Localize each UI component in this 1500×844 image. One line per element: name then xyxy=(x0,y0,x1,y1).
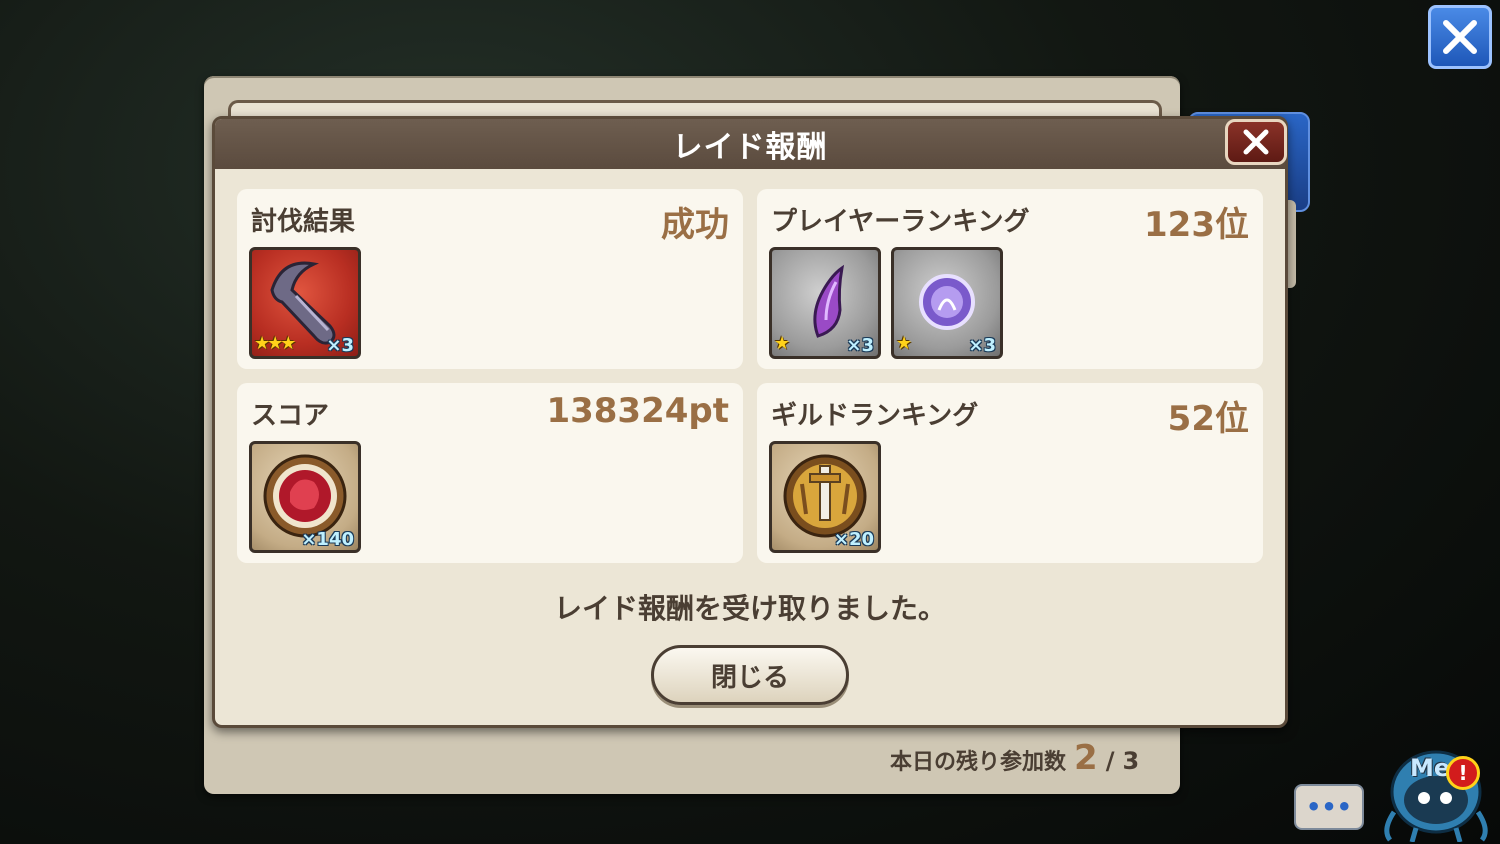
item-quantity: ×3 xyxy=(968,335,996,356)
remaining-max: 3 xyxy=(1122,747,1140,775)
mascot-label: Me xyxy=(1410,754,1451,782)
item-quantity: ×3 xyxy=(846,335,874,356)
guild-ranking-card: ギルドランキング 52位 ×20 xyxy=(757,383,1263,563)
player-ranking-card: プレイヤーランキング 123位 ★ ×3 ★ ×3 xyxy=(757,189,1263,369)
chat-dots-icon: ••• xyxy=(1305,793,1353,821)
card-value: 成功 xyxy=(661,205,729,245)
rarity-stars: ★ xyxy=(774,333,790,354)
close-icon xyxy=(1443,20,1477,54)
rarity-stars: ★ xyxy=(896,333,912,354)
dialog-close-button[interactable] xyxy=(1225,119,1287,165)
card-title: 討伐結果 xyxy=(251,207,356,237)
remaining-label: 本日の残り参加数 xyxy=(890,750,1067,775)
remaining-separator: / xyxy=(1105,747,1115,775)
item-quantity: ×140 xyxy=(301,529,354,550)
remaining-current: 2 xyxy=(1074,738,1098,778)
reward-received-message: レイド報酬を受け取りました。 xyxy=(553,592,946,625)
card-title: プレイヤーランキング xyxy=(771,207,1030,237)
reward-item[interactable]: ★ ×3 xyxy=(891,247,1003,359)
screen-close-button[interactable] xyxy=(1428,5,1492,69)
card-title: スコア xyxy=(251,401,330,431)
reward-item[interactable]: ★★★ ×3 xyxy=(249,247,361,359)
item-quantity: ×3 xyxy=(326,335,354,356)
dialog-header: レイド報酬 xyxy=(215,119,1285,169)
close-button[interactable]: 閉じる xyxy=(651,645,849,705)
dialog-title: レイド報酬 xyxy=(672,130,828,165)
remaining-attempts: 本日の残り参加数 2 / 3 xyxy=(890,738,1139,778)
reward-item[interactable]: ×140 xyxy=(249,441,361,553)
close-icon xyxy=(1243,129,1269,155)
subjugation-result-card: 討伐結果 成功 ★★★ ×3 xyxy=(237,189,743,369)
reward-item[interactable]: ×20 xyxy=(769,441,881,553)
card-value: 138324pt xyxy=(546,391,729,431)
card-title: ギルドランキング xyxy=(771,401,979,431)
item-quantity: ×20 xyxy=(833,529,874,550)
card-value: 123位 xyxy=(1144,205,1249,245)
reward-item[interactable]: ★ ×3 xyxy=(769,247,881,359)
rarity-stars: ★★★ xyxy=(254,333,296,354)
score-card: スコア 138324pt ×140 xyxy=(237,383,743,563)
alert-badge: ! xyxy=(1446,756,1480,790)
card-value: 52位 xyxy=(1167,399,1249,439)
chat-button[interactable]: ••• xyxy=(1294,784,1364,830)
raid-reward-dialog: レイド報酬 討伐結果 成功 ★★★ ×3 プレイヤーランキング 123位 ★ ×… xyxy=(212,116,1288,728)
